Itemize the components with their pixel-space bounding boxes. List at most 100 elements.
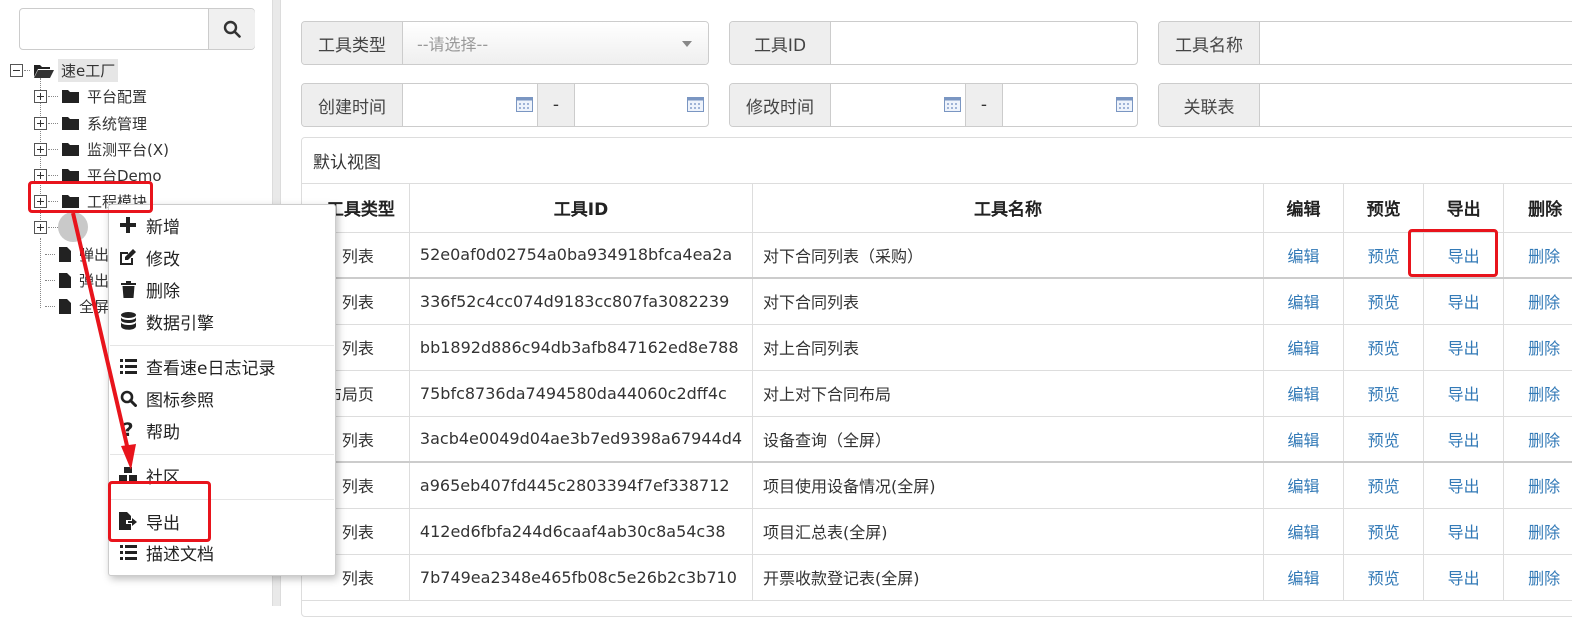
results-panel: 默认视图 工具类型 工具ID 工具名称 编辑 预览 导出 删除 列表 52e0af… <box>301 137 1572 617</box>
menu-divider <box>110 345 334 346</box>
export-link[interactable]: 导出 <box>1423 553 1505 601</box>
expand-icon[interactable] <box>34 168 47 182</box>
calendar-icon[interactable] <box>944 97 961 112</box>
expand-icon[interactable] <box>34 142 47 156</box>
edit-link[interactable]: 编辑 <box>1262 369 1345 417</box>
delete-link[interactable]: 删除 <box>1503 415 1572 463</box>
tree-item-monitoring[interactable]: 监测平台(X) <box>34 138 169 160</box>
tree-file[interactable]: 全屏 <box>44 295 109 317</box>
table-row: 列表 52e0af0d02754a0ba934918bfca4ea2a 对下合同列表… <box>302 231 1572 279</box>
cell-tool-name: 项目使用设备情况(全屏) <box>752 461 1264 509</box>
export-link[interactable]: 导出 <box>1423 323 1505 371</box>
cell-tool-name: 对上合同列表 <box>752 323 1264 371</box>
edit-link[interactable]: 编辑 <box>1262 507 1345 555</box>
col-header-id[interactable]: 工具ID <box>408 184 754 233</box>
export-link[interactable]: 导出 <box>1423 507 1505 555</box>
expand-icon[interactable] <box>34 220 47 234</box>
collapse-icon[interactable] <box>10 63 23 77</box>
related-table-input[interactable] <box>1260 84 1572 126</box>
preview-link[interactable]: 预览 <box>1343 415 1425 463</box>
table-row: 列表 3acb4e0049d04ae3b7ed9398a67944d4 设备查询（全… <box>302 415 1572 463</box>
filter-label: 修改时间 <box>730 84 831 126</box>
list-icon <box>119 357 137 375</box>
delete-link[interactable]: 删除 <box>1503 369 1572 417</box>
edit-link[interactable]: 编辑 <box>1262 461 1345 509</box>
menu-item-edit[interactable]: 修改 <box>119 243 180 271</box>
menu-item-data-engine[interactable]: 数据引擎 <box>119 307 214 335</box>
search-button[interactable] <box>208 9 255 49</box>
menu-item-icon-ref[interactable]: 图标参照 <box>119 384 214 412</box>
delete-link[interactable]: 删除 <box>1503 553 1572 601</box>
preview-link[interactable]: 预览 <box>1343 553 1425 601</box>
tree-file-label: 弹出 <box>79 245 110 264</box>
delete-link[interactable]: 删除 <box>1503 231 1572 279</box>
calendar-icon[interactable] <box>1116 97 1133 112</box>
preview-link[interactable]: 预览 <box>1343 507 1425 555</box>
menu-item-label: 数据引擎 <box>146 313 214 334</box>
calendar-icon[interactable] <box>516 97 533 112</box>
tree-file[interactable]: 弹出 <box>44 243 109 265</box>
edit-link[interactable]: 编辑 <box>1262 553 1345 601</box>
preview-link[interactable]: 预览 <box>1343 461 1425 509</box>
calendar-icon[interactable] <box>687 97 704 112</box>
annotation-highlight-row-export <box>1408 229 1498 277</box>
tree-item-platform-config[interactable]: 平台配置 <box>34 85 147 107</box>
table-row: 列表 7b749ea2348e465fb08c5e26b2c3b710 开票收款登记… <box>302 553 1572 601</box>
edit-link[interactable]: 编辑 <box>1262 415 1345 463</box>
tree-search <box>19 8 255 50</box>
preview-link[interactable]: 预览 <box>1343 369 1425 417</box>
menu-item-add[interactable]: 新增 <box>119 211 180 239</box>
trash-icon <box>119 280 137 298</box>
tree-item-label: 平台配置 <box>87 87 148 106</box>
delete-link[interactable]: 删除 <box>1503 507 1572 555</box>
filter-label: 工具类型 <box>302 22 403 64</box>
cell-tool-name: 开票收款登记表(全屏) <box>752 553 1264 601</box>
menu-item-doc[interactable]: 描述文档 <box>119 538 214 566</box>
col-header-name[interactable]: 工具名称 <box>752 184 1264 233</box>
tree-file[interactable]: 弹出 <box>44 269 109 291</box>
file-icon <box>59 298 71 314</box>
menu-item-help[interactable]: ? 帮助 <box>119 416 180 444</box>
export-link[interactable]: 导出 <box>1423 461 1505 509</box>
modified-end-input[interactable] <box>1003 84 1137 126</box>
modified-start-input[interactable] <box>831 84 965 126</box>
preview-link[interactable]: 预览 <box>1343 323 1425 371</box>
edit-link[interactable]: 编辑 <box>1262 277 1345 325</box>
menu-item-delete[interactable]: 删除 <box>119 275 180 303</box>
tree-root[interactable]: 速e工厂 <box>10 58 119 82</box>
expand-icon[interactable] <box>34 116 47 130</box>
cell-tool-id: 7b749ea2348e465fb08c5e26b2c3b710 <box>408 553 754 601</box>
tree-item-collapsed[interactable] <box>34 212 88 242</box>
menu-item-label: 查看速e日志记录 <box>146 358 276 379</box>
edit-link[interactable]: 编辑 <box>1262 231 1345 279</box>
delete-link[interactable]: 删除 <box>1503 277 1572 325</box>
tree-item-label: 系统管理 <box>87 114 148 133</box>
tree-search-input[interactable] <box>20 9 208 49</box>
tool-id-input[interactable] <box>831 22 1137 64</box>
cell-tool-id: 3acb4e0049d04ae3b7ed9398a67944d4 <box>408 415 754 463</box>
preview-link[interactable]: 预览 <box>1343 277 1425 325</box>
tool-type-select[interactable]: --请选择-- <box>403 22 708 64</box>
created-end-input[interactable] <box>575 84 708 126</box>
delete-link[interactable]: 删除 <box>1503 461 1572 509</box>
filter-label: 工具ID <box>730 22 831 64</box>
edit-link[interactable]: 编辑 <box>1262 323 1345 371</box>
menu-item-label: 帮助 <box>146 422 180 443</box>
delete-link[interactable]: 删除 <box>1503 323 1572 371</box>
col-header-export: 导出 <box>1423 184 1505 233</box>
tool-name-input[interactable] <box>1260 22 1572 64</box>
tree-root-label: 速e工厂 <box>58 58 119 82</box>
created-start-input[interactable] <box>403 84 537 126</box>
export-link[interactable]: 导出 <box>1423 369 1505 417</box>
export-link[interactable]: 导出 <box>1423 415 1505 463</box>
expand-icon[interactable] <box>34 89 47 103</box>
cell-tool-id: a965eb407fd445c2803394f7ef338712 <box>408 461 754 509</box>
table-row: 列表 412ed6fbfa244d6caaf4ab30c8a54c38 项目汇总表(… <box>302 507 1572 555</box>
col-header-delete: 删除 <box>1503 184 1572 233</box>
search-icon <box>119 389 137 407</box>
filter-label: 工具名称 <box>1159 22 1260 64</box>
tree-item-system-admin[interactable]: 系统管理 <box>34 112 147 134</box>
menu-item-log[interactable]: 查看速e日志记录 <box>119 352 275 380</box>
export-link[interactable]: 导出 <box>1423 277 1505 325</box>
folder-icon <box>62 142 79 156</box>
